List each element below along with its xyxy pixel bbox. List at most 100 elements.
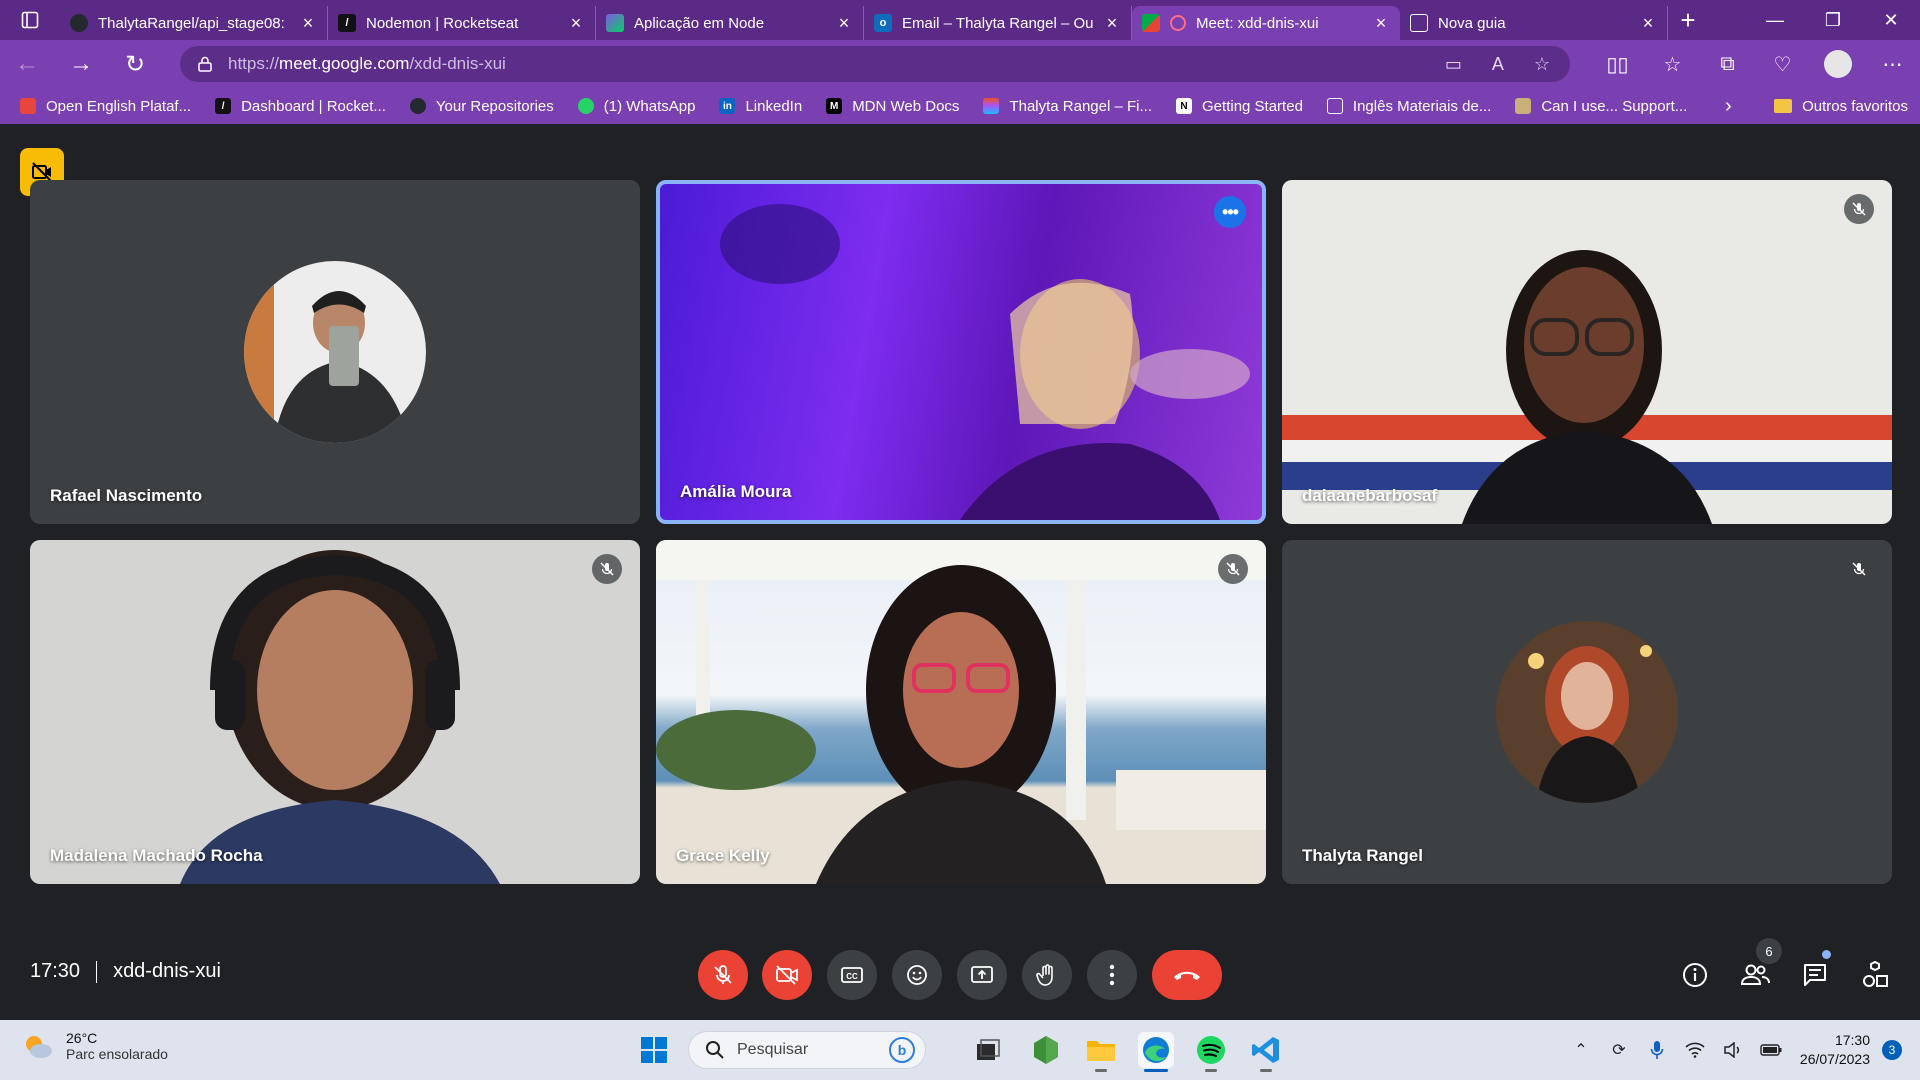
captions-button[interactable]: CC (827, 950, 877, 1000)
collections-icon[interactable]: ⧉ (1700, 53, 1755, 76)
mic-off-icon (1218, 554, 1248, 584)
taskbar-search[interactable]: Pesquisar b (688, 1031, 926, 1069)
participant-tile[interactable]: Madalena Machado Rocha (30, 540, 640, 884)
new-tab-button[interactable]: + (1668, 5, 1708, 36)
bookmark-figma[interactable]: Thalyta Rangel – Fi... (983, 98, 1152, 115)
split-screen-icon[interactable]: ▯▯ (1590, 52, 1645, 77)
url-path: /xdd-dnis-xui (409, 54, 506, 73)
outlook-icon: o (874, 14, 892, 32)
tab-outlook[interactable]: o Email – Thalyta Rangel – Ou × (864, 6, 1132, 40)
bookmark-rocketseat[interactable]: / Dashboard | Rocket... (215, 98, 386, 115)
avatar (1496, 621, 1678, 803)
close-tab-icon[interactable]: × (1372, 13, 1390, 34)
favorite-star-icon[interactable]: ☆ (1534, 54, 1550, 75)
microphone-icon[interactable] (1638, 1040, 1676, 1060)
reload-button[interactable]: ↻ (108, 40, 162, 88)
close-tab-icon[interactable]: × (1639, 13, 1657, 34)
close-tab-icon[interactable]: × (1103, 13, 1121, 34)
minimize-icon[interactable]: — (1746, 0, 1804, 40)
url-field[interactable]: https://meet.google.com/xdd-dnis-xui ▭ A… (180, 46, 1570, 82)
bookmark-label: Thalyta Rangel – Fi... (1009, 97, 1153, 115)
tab-new[interactable]: Nova guia × (1400, 6, 1668, 40)
tab-title: ThalytaRangel/api_stage08: (98, 14, 285, 32)
tab-rocketseat[interactable]: / Nodemon | Rocketseat × (328, 6, 596, 40)
people-button[interactable] (1732, 952, 1778, 998)
participant-tile[interactable]: Rafael Nascimento (30, 180, 640, 524)
tab-node-app[interactable]: Aplicação em Node × (596, 6, 864, 40)
start-button[interactable] (636, 1032, 672, 1068)
bing-icon: b (889, 1037, 915, 1063)
profile-button[interactable] (1810, 50, 1865, 78)
tab-meet[interactable]: Meet: xdd-dnis-xui × (1132, 6, 1400, 40)
file-explorer-button[interactable] (1083, 1032, 1119, 1072)
leave-call-button[interactable] (1152, 950, 1222, 1000)
other-favorites[interactable]: Outros favoritos (1774, 98, 1908, 115)
chevron-up-icon[interactable]: ⌃ (1562, 1040, 1600, 1060)
sync-icon[interactable]: ⟳ (1600, 1040, 1638, 1060)
bookmark-mdn[interactable]: M MDN Web Docs (826, 98, 959, 115)
participant-tile[interactable]: ••• Amália Moura (656, 180, 1266, 524)
participant-tile[interactable]: daiaanebarbosaf (1282, 180, 1892, 524)
bookmark-github[interactable]: Your Repositories (409, 98, 554, 115)
more-options-button[interactable] (1087, 950, 1137, 1000)
restore-icon[interactable]: ❐ (1804, 0, 1862, 40)
present-screen-button[interactable] (957, 950, 1007, 1000)
favorites-icon[interactable]: ☆ (1645, 52, 1700, 77)
meeting-controls-bar: 17:30 xdd-dnis-xui CC 6 (0, 930, 1920, 1020)
participant-tile[interactable]: Grace Kelly (656, 540, 1266, 884)
notification-badge[interactable]: 3 (1882, 1040, 1902, 1060)
close-tab-icon[interactable]: × (835, 13, 853, 34)
spotify-button[interactable] (1193, 1032, 1229, 1072)
edge-browser-button[interactable] (1138, 1032, 1174, 1072)
participant-name: Amália Moura (680, 482, 792, 501)
avatar (244, 261, 426, 443)
activities-button[interactable] (1852, 952, 1898, 998)
bookmark-english-materials[interactable]: Inglês Materiais de... (1326, 97, 1492, 115)
forward-button[interactable]: → (54, 40, 108, 88)
bookmark-notion[interactable]: N Getting Started (1176, 98, 1303, 115)
bookmark-label: MDN Web Docs (852, 97, 960, 115)
mic-toggle-button[interactable] (698, 950, 748, 1000)
close-tab-icon[interactable]: × (567, 13, 585, 34)
chat-button[interactable] (1792, 952, 1838, 998)
read-aloud-icon[interactable]: A (1492, 54, 1504, 75)
back-button[interactable]: ← (0, 40, 54, 88)
mdn-icon: M (826, 98, 843, 114)
system-clock[interactable]: 17:30 26/07/2023 (1800, 1031, 1870, 1069)
whatsapp-icon (577, 98, 594, 114)
clock-date: 26/07/2023 (1799, 1051, 1870, 1067)
node-app-button[interactable] (1028, 1032, 1064, 1068)
chevron-right-icon[interactable]: › (1725, 95, 1732, 118)
bookmark-caniuse[interactable]: Can I use... Support... (1515, 98, 1687, 115)
close-window-icon[interactable]: ✕ (1862, 0, 1920, 40)
camera-toggle-button[interactable] (762, 950, 812, 1000)
bookmark-whatsapp[interactable]: (1) WhatsApp (577, 98, 695, 115)
more-options-icon[interactable]: ⋯ (1865, 52, 1920, 77)
mic-off-icon (1844, 194, 1874, 224)
close-tab-icon[interactable]: × (299, 13, 317, 34)
tab-title: Nova guia (1438, 14, 1506, 32)
bookmark-label: Inglês Materiais de... (1352, 97, 1492, 115)
more-options-button[interactable]: ••• (1214, 196, 1246, 228)
bookmark-open-english[interactable]: Open English Plataf... (20, 98, 191, 115)
recording-icon (1170, 15, 1186, 31)
bookmark-linkedin[interactable]: in LinkedIn (719, 98, 802, 115)
tab-actions-button[interactable] (0, 0, 60, 40)
tab-github[interactable]: ThalytaRangel/api_stage08: × (60, 6, 328, 40)
meeting-details-button[interactable] (1672, 952, 1718, 998)
vscode-button[interactable] (1248, 1032, 1284, 1072)
reactions-button[interactable] (892, 950, 942, 1000)
volume-icon[interactable] (1714, 1042, 1752, 1058)
rocket-icon (606, 14, 624, 32)
meet-stage: Rafael Nascimento ••• Amália Moura daiaa (0, 124, 1920, 1020)
new-tab-icon (1410, 14, 1428, 32)
emoji-icon (907, 965, 927, 985)
task-view-button[interactable] (970, 1032, 1006, 1068)
raise-hand-button[interactable] (1022, 950, 1072, 1000)
camera-in-use-icon[interactable]: ▭ (1445, 54, 1462, 75)
wifi-icon[interactable] (1676, 1042, 1714, 1058)
weather-widget[interactable]: 26°C Parc ensolarado (22, 1030, 168, 1062)
participant-tile[interactable]: Thalyta Rangel (1282, 540, 1892, 884)
battery-icon[interactable] (1752, 1044, 1790, 1056)
browser-essentials-icon[interactable]: ♡ (1755, 52, 1810, 77)
